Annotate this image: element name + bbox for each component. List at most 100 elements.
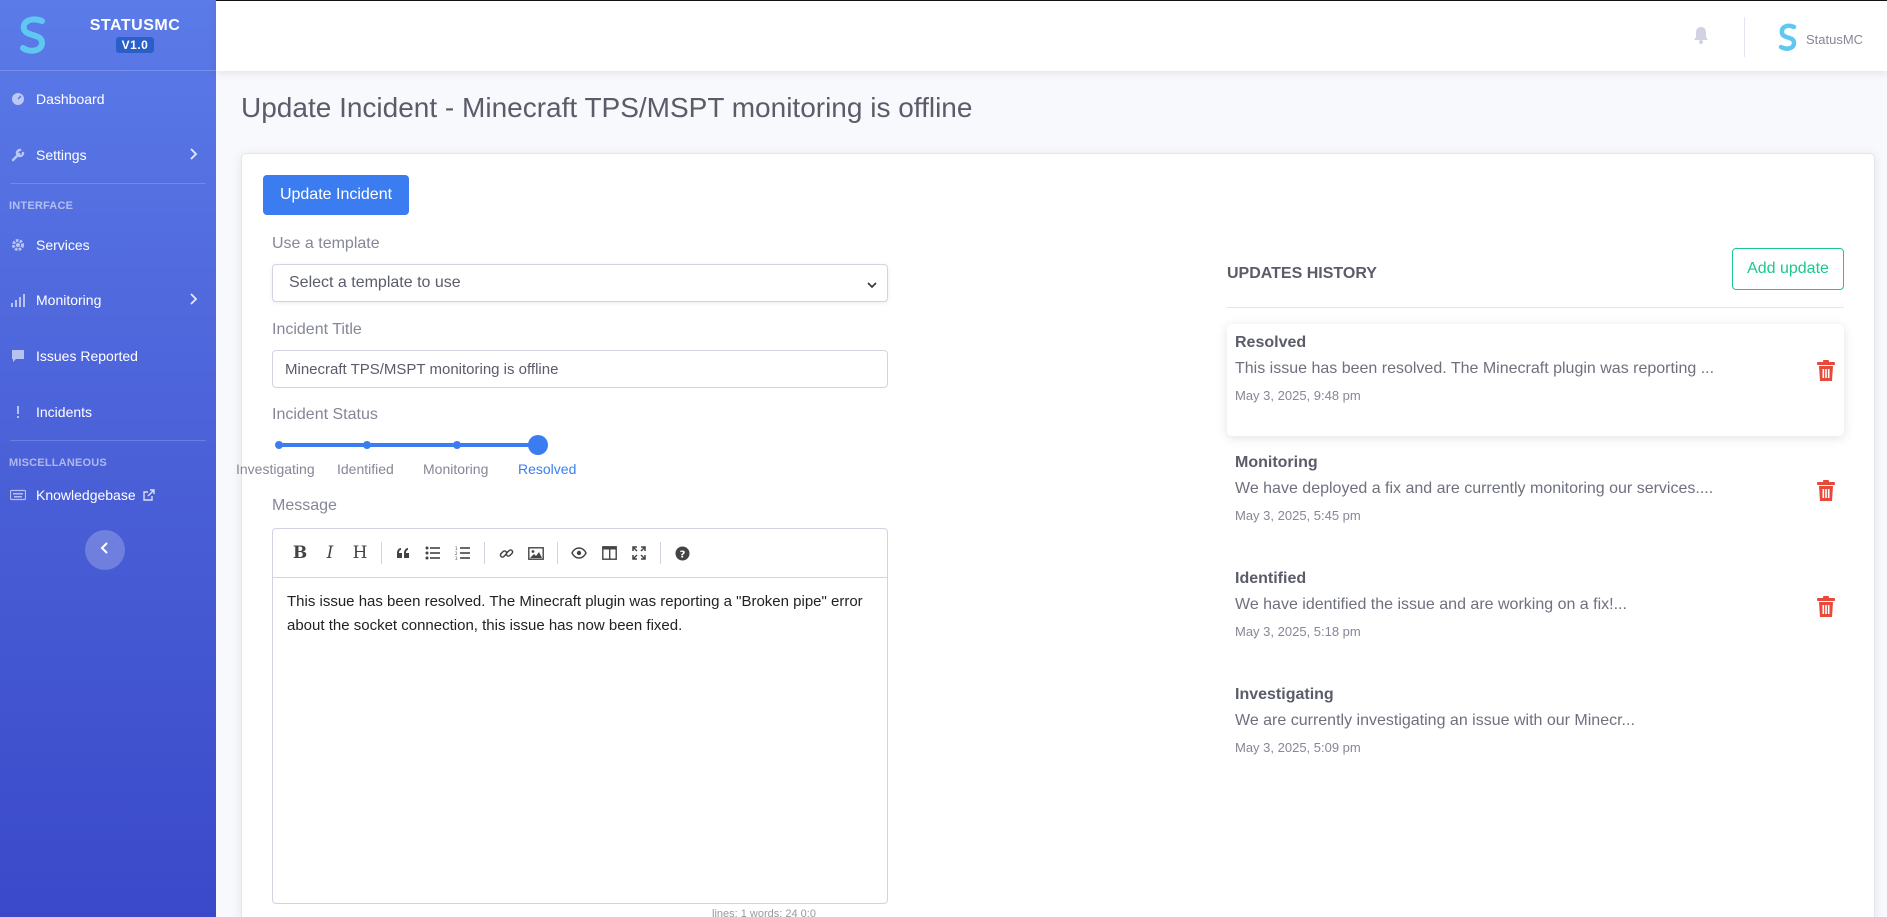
sidebar-item-label: Settings [36, 147, 87, 163]
sidebar-toggle-button[interactable] [85, 530, 125, 570]
slider-step [453, 441, 461, 449]
template-label: Use a template [272, 235, 380, 252]
incident-status-slider[interactable] [275, 435, 548, 455]
topbar-divider [1744, 17, 1745, 57]
incident-title-label: Incident Title [272, 321, 362, 338]
trash-icon[interactable] [1816, 480, 1836, 507]
heading-icon[interactable]: H [345, 538, 375, 568]
sidebar-item-label: Issues Reported [36, 348, 138, 364]
update-time: May 3, 2025, 5:18 pm [1235, 624, 1361, 639]
sidebar-heading-interface: INTERFACE [9, 200, 74, 212]
keyboard-icon [10, 487, 26, 503]
message-editor-content[interactable]: This issue has been resolved. The Minecr… [273, 578, 887, 650]
bold-icon[interactable]: B [285, 538, 315, 568]
bell-icon[interactable] [1693, 26, 1709, 49]
svg-text:3: 3 [455, 556, 458, 560]
preview-eye-icon[interactable] [564, 538, 594, 568]
sidebar-item-issues-reported[interactable]: Issues Reported [0, 328, 216, 384]
external-link-icon [142, 488, 155, 502]
update-time: May 3, 2025, 5:09 pm [1235, 740, 1361, 755]
brand[interactable]: STATUSMC V1.0 [0, 0, 216, 71]
sidebar-item-dashboard[interactable]: Dashboard [0, 71, 216, 127]
comment-icon [10, 348, 26, 364]
topbar: StatusMC [216, 0, 1887, 71]
update-message: This issue has been resolved. The Minecr… [1235, 360, 1715, 377]
sidebar-item-label: Services [36, 237, 90, 253]
incident-title-input[interactable] [272, 350, 888, 388]
trash-icon[interactable] [1816, 360, 1836, 387]
toolbar-separator [660, 542, 661, 564]
update-item[interactable]: Monitoring We have deployed a fix and ar… [1227, 444, 1844, 556]
editor-toolbar: B I H 123 ? [273, 529, 887, 578]
updates-history-title: UPDATES HISTORY [1227, 265, 1377, 282]
chevron-right-icon [190, 147, 198, 163]
update-item[interactable]: Investigating We are currently investiga… [1227, 676, 1844, 788]
toolbar-separator [381, 542, 382, 564]
update-message: We have identified the issue and are wor… [1235, 596, 1627, 613]
statusmc-logo-icon [16, 13, 50, 57]
update-status: Monitoring [1235, 454, 1318, 471]
update-item[interactable]: Resolved This issue has been resolved. T… [1227, 324, 1844, 436]
slider-handle[interactable] [528, 435, 548, 455]
trash-icon[interactable] [1816, 596, 1836, 623]
sidebar-item-label: Monitoring [36, 292, 102, 308]
status-option-investigating[interactable]: Investigating [236, 461, 315, 477]
sidebar-item-incidents[interactable]: Incidents [0, 384, 216, 440]
sidebar-item-settings[interactable]: Settings [0, 127, 216, 183]
user-menu[interactable]: StatusMC [1778, 23, 1863, 56]
status-option-monitoring[interactable]: Monitoring [423, 461, 488, 477]
sidebar-heading-miscellaneous: MISCELLANEOUS [9, 457, 107, 469]
update-time: May 3, 2025, 5:45 pm [1235, 508, 1361, 523]
editor-statusbar: lines: 1 words: 24 0:0 [712, 908, 816, 917]
update-incident-button[interactable]: Update Incident [263, 175, 409, 215]
quote-icon[interactable] [388, 538, 418, 568]
avatar [1778, 23, 1798, 56]
sidebar-item-monitoring[interactable]: Monitoring [0, 272, 216, 328]
message-label: Message [272, 497, 337, 514]
chevron-right-icon [190, 292, 198, 308]
sidebar-item-label: Incidents [36, 404, 93, 420]
chevron-left-icon [100, 541, 110, 560]
status-option-identified[interactable]: Identified [337, 461, 394, 477]
sidebar-item-label: Knowledgebase [36, 487, 136, 503]
help-icon[interactable]: ? [667, 538, 697, 568]
update-status: Investigating [1235, 686, 1334, 703]
template-select-value: Select a template to use [289, 274, 461, 291]
incident-card: Update Incident Use a template Select a … [236, 153, 1875, 917]
sidebar-item-services[interactable]: Services [0, 218, 216, 272]
signal-icon [10, 292, 26, 308]
side-by-side-icon[interactable] [594, 538, 624, 568]
brand-version: V1.0 [115, 36, 155, 53]
slider-track [277, 443, 537, 447]
update-message: We are currently investigating an issue … [1235, 712, 1635, 729]
cog-icon [10, 237, 26, 253]
fullscreen-icon[interactable] [624, 538, 654, 568]
ordered-list-icon[interactable]: 123 [448, 538, 478, 568]
update-item[interactable]: Identified We have identified the issue … [1227, 560, 1844, 672]
slider-step [363, 441, 371, 449]
toolbar-separator [484, 542, 485, 564]
markdown-editor: B I H 123 ? This issue has been resolved… [272, 528, 888, 904]
sidebar-item-label: Dashboard [36, 91, 105, 107]
update-status: Resolved [1235, 334, 1307, 351]
template-select[interactable]: Select a template to use [272, 264, 888, 302]
italic-icon[interactable]: I [315, 538, 345, 568]
sidebar-item-knowledgebase[interactable]: Knowledgebase [0, 475, 216, 515]
exclamation-icon [10, 404, 26, 420]
brand-name: STATUSMC [89, 16, 181, 34]
unordered-list-icon[interactable] [418, 538, 448, 568]
toolbar-separator [557, 542, 558, 564]
user-name: StatusMC [1806, 32, 1864, 47]
slider-step [275, 441, 283, 449]
status-option-resolved[interactable]: Resolved [518, 461, 576, 477]
tachometer-icon [10, 91, 26, 107]
image-icon[interactable] [521, 538, 551, 568]
incident-status-label: Incident Status [272, 406, 378, 423]
add-update-button[interactable]: Add update [1732, 248, 1844, 290]
chevron-down-icon [867, 277, 877, 295]
update-status: Identified [1235, 570, 1307, 587]
link-icon[interactable] [491, 538, 521, 568]
history-divider [1227, 307, 1844, 308]
update-message: We have deployed a fix and are currently… [1235, 480, 1714, 497]
svg-text:?: ? [679, 549, 685, 560]
